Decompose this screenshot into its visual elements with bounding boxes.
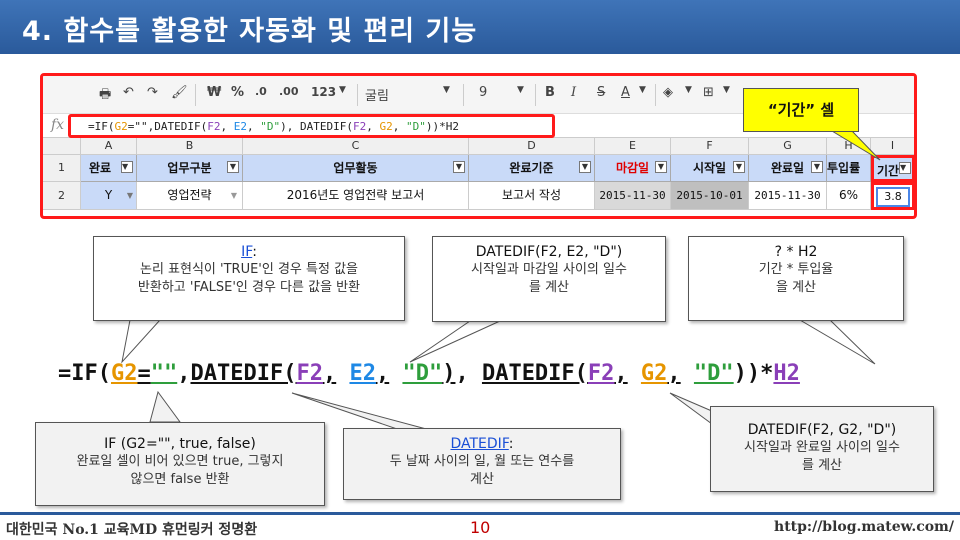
increase-decimal-button[interactable]: .00 bbox=[279, 85, 299, 98]
header-cell-ratio[interactable]: 투입률 bbox=[827, 155, 871, 182]
cell-f2[interactable]: 2015-10-01 bbox=[671, 182, 749, 210]
column-header[interactable]: H bbox=[827, 138, 871, 155]
filter-dropdown-icon[interactable]: ▼ bbox=[579, 161, 591, 173]
column-header[interactable]: E bbox=[595, 138, 671, 155]
header-cell-done[interactable]: 완료 ▼ bbox=[81, 155, 137, 182]
corner-cell[interactable] bbox=[43, 138, 81, 155]
footer-author: 대한민국 No.1 교육MD 휴먼링커 정명환 bbox=[6, 522, 258, 538]
filter-dropdown-icon[interactable]: ▼ bbox=[453, 161, 465, 173]
footer-url[interactable]: http://blog.matew.com/ bbox=[774, 519, 954, 535]
strikethrough-button[interactable]: S bbox=[597, 85, 605, 100]
h2-callout: ? * H2 기간 * 투입율 을 계산 bbox=[688, 236, 904, 321]
chevron-down-icon[interactable]: ▼ bbox=[639, 85, 646, 95]
cell-b2[interactable]: 영업전략 ▼ bbox=[137, 182, 243, 210]
filter-dropdown-icon[interactable]: ▼ bbox=[227, 161, 239, 173]
if-callout: IF: 논리 표현식이 'TRUE'인 경우 특정 값을 반환하고 'FALSE… bbox=[93, 236, 405, 321]
font-select[interactable]: 굴림 bbox=[365, 85, 389, 104]
formula-input[interactable]: =IF(G2="",DATEDIF(F2, E2, "D"), DATEDIF(… bbox=[68, 114, 555, 138]
header-cell-category[interactable]: 업무구분 ▼ bbox=[137, 155, 243, 182]
column-header[interactable]: B bbox=[137, 138, 243, 155]
column-header[interactable]: A bbox=[81, 138, 137, 155]
filter-dropdown-icon[interactable]: ▼ bbox=[121, 161, 133, 173]
header-cell-start[interactable]: 시작일 ▼ bbox=[671, 155, 749, 182]
header-cell-deadline[interactable]: 마감일 ▼ bbox=[595, 155, 671, 182]
undo-icon[interactable]: ↶ bbox=[123, 85, 134, 100]
cell-g2[interactable]: 2015-11-30 bbox=[749, 182, 827, 210]
row-number[interactable]: 1 bbox=[43, 155, 81, 182]
cell-i2[interactable]: 3.8 bbox=[871, 182, 914, 210]
period-cell-callout: “기간” 셀 bbox=[743, 88, 859, 132]
paint-format-icon[interactable]: 🖌 bbox=[171, 85, 188, 100]
filter-dropdown-icon[interactable]: ▼ bbox=[655, 161, 667, 173]
column-header[interactable]: I bbox=[871, 138, 914, 155]
cell-d2[interactable]: 보고서 작성 bbox=[469, 182, 595, 210]
filter-dropdown-icon[interactable]: ▼ bbox=[733, 161, 745, 173]
filter-dropdown-icon[interactable]: ▼ bbox=[899, 162, 911, 174]
text-color-button[interactable]: A bbox=[621, 85, 630, 100]
percent-button[interactable]: % bbox=[231, 85, 244, 100]
header-cell-activity[interactable]: 업무활동 ▼ bbox=[243, 155, 469, 182]
page-title: 4. 함수를 활용한 자동화 및 편리 기능 bbox=[22, 16, 478, 47]
datedif-definition-callout: DATEDIF: 두 날짜 사이의 일, 월 또는 연수를 계산 bbox=[343, 428, 621, 500]
title-bar: 4. 함수를 활용한 자동화 및 편리 기능 bbox=[0, 0, 960, 54]
row-number[interactable]: 2 bbox=[43, 182, 81, 210]
chevron-down-icon[interactable]: ▼ bbox=[339, 85, 346, 95]
datedif-link[interactable]: DATEDIF bbox=[450, 436, 508, 452]
filter-dropdown-icon[interactable]: ▼ bbox=[811, 161, 823, 173]
header-cell-completed[interactable]: 완료일 ▼ bbox=[749, 155, 827, 182]
chevron-down-icon[interactable]: ▼ bbox=[517, 85, 524, 95]
cell-a2[interactable]: Y ▼ bbox=[81, 182, 137, 210]
cell-h2[interactable]: 6% bbox=[827, 182, 871, 210]
if-condition-callout: IF (G2="", true, false) 완료일 셀이 비어 있으면 tr… bbox=[35, 422, 325, 506]
column-header[interactable]: F bbox=[671, 138, 749, 155]
chevron-down-icon[interactable]: ▼ bbox=[443, 85, 450, 95]
font-size-select[interactable]: 9 bbox=[479, 85, 487, 100]
italic-button[interactable]: I bbox=[571, 85, 576, 100]
fx-icon: fx bbox=[51, 117, 65, 133]
chevron-down-icon[interactable]: ▼ bbox=[231, 182, 237, 209]
number-format-button[interactable]: 123 bbox=[311, 85, 336, 99]
header-cell-criteria[interactable]: 완료기준 ▼ bbox=[469, 155, 595, 182]
chevron-down-icon[interactable]: ▼ bbox=[127, 182, 133, 209]
footer-divider bbox=[0, 512, 960, 515]
decrease-decimal-button[interactable]: .0 bbox=[255, 85, 267, 98]
column-header[interactable]: G bbox=[749, 138, 827, 155]
page-number: 10 bbox=[470, 518, 491, 537]
column-header[interactable]: C bbox=[243, 138, 469, 155]
borders-icon[interactable]: ⊞ bbox=[703, 85, 714, 100]
chevron-down-icon[interactable]: ▼ bbox=[723, 85, 730, 95]
datedif-fg-callout: DATEDIF(F2, G2, "D") 시작일과 완료일 사이의 일수 를 계… bbox=[710, 406, 934, 492]
print-icon[interactable]: 🖶 bbox=[99, 85, 111, 107]
column-header[interactable]: D bbox=[469, 138, 595, 155]
main-formula: =IF(G2="",DATEDIF(F2, E2, "D"), DATEDIF(… bbox=[58, 361, 800, 386]
header-cell-period[interactable]: 기간 ▼ bbox=[871, 155, 914, 182]
chevron-down-icon[interactable]: ▼ bbox=[685, 85, 692, 95]
bold-button[interactable]: B bbox=[545, 85, 555, 100]
currency-button[interactable]: ₩ bbox=[207, 85, 221, 100]
redo-icon[interactable]: ↷ bbox=[147, 85, 158, 100]
cell-e2[interactable]: 2015-11-30 bbox=[595, 182, 671, 210]
fill-color-icon[interactable]: ◈ bbox=[663, 85, 673, 100]
if-link[interactable]: IF bbox=[241, 244, 252, 260]
cell-c2[interactable]: 2016년도 영업전략 보고서 bbox=[243, 182, 469, 210]
datedif-fe-callout: DATEDIF(F2, E2, "D") 시작일과 마감일 사이의 일수 를 계… bbox=[432, 236, 666, 322]
